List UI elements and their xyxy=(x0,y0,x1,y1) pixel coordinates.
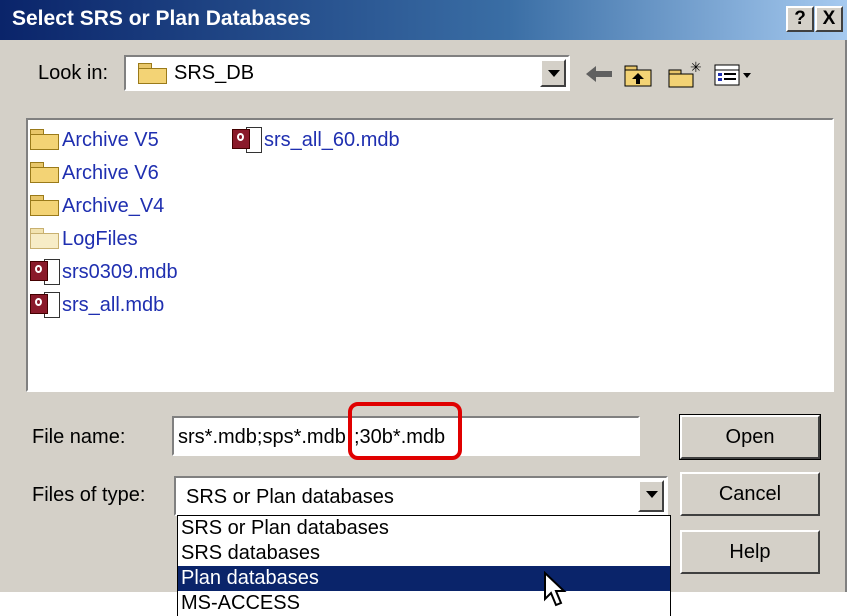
list-item-file[interactable]: srs_all_60.mdb xyxy=(232,125,400,155)
list-item-file[interactable]: srs0309.mdb xyxy=(30,257,178,287)
mouse-cursor-icon xyxy=(544,571,567,607)
open-button[interactable]: Open xyxy=(679,414,821,460)
back-arrow-icon[interactable] xyxy=(582,60,616,88)
file-name-text: Archive_V4 xyxy=(62,194,165,217)
view-menu-icon[interactable] xyxy=(712,60,754,88)
access-database-icon xyxy=(30,292,60,318)
folder-icon xyxy=(30,162,60,184)
folder-icon xyxy=(30,195,60,217)
files-of-type-select[interactable]: SRS or Plan databases xyxy=(174,476,668,516)
files-of-type-label: Files of type: xyxy=(32,484,146,506)
access-database-icon xyxy=(30,259,60,285)
files-of-type-value: SRS or Plan databases xyxy=(186,486,394,508)
file-name-text: srs_all.mdb xyxy=(62,293,165,316)
dropdown-option-selected[interactable]: Plan databases xyxy=(178,566,670,591)
dropdown-option[interactable]: MS-ACCESS xyxy=(178,591,670,616)
svg-text:✳: ✳ xyxy=(690,60,702,76)
file-name-text: Archive V6 xyxy=(62,161,159,184)
folder-icon xyxy=(138,63,168,85)
look-in-dropdown-button[interactable] xyxy=(540,59,566,87)
folder-icon xyxy=(30,129,60,151)
cancel-button[interactable]: Cancel xyxy=(680,472,820,516)
file-name-text: LogFiles xyxy=(62,227,138,250)
list-item-file[interactable]: srs_all.mdb xyxy=(30,290,164,320)
list-item-folder[interactable]: Archive V5 xyxy=(30,125,159,155)
highlight-annotation xyxy=(348,402,462,460)
help-button[interactable]: Help xyxy=(680,530,820,574)
file-name-text: srs_all_60.mdb xyxy=(264,128,400,151)
look-in-label: Look in: xyxy=(38,62,109,84)
new-folder-icon[interactable]: ✳ xyxy=(666,60,702,88)
list-item-folder[interactable]: Archive V6 xyxy=(30,158,159,188)
up-folder-icon[interactable] xyxy=(622,60,656,88)
list-item-folder[interactable]: Archive_V4 xyxy=(30,191,164,221)
file-name-text: Archive V5 xyxy=(62,128,159,151)
title-bar: Select SRS or Plan Databases ? X xyxy=(0,0,847,40)
file-name-text: srs0309.mdb xyxy=(62,260,178,283)
file-name-label: File name: xyxy=(32,426,126,448)
file-list[interactable]: Archive V5 Archive V6 Archive_V4 LogFile… xyxy=(26,118,834,392)
files-of-type-dropdown-button[interactable] xyxy=(638,480,664,512)
folder-icon xyxy=(30,228,60,250)
dropdown-option[interactable]: SRS or Plan databases xyxy=(178,516,670,541)
file-name-value: srs*.mdb;sps*.mdb xyxy=(178,426,346,448)
look-in-combo[interactable]: SRS_DB xyxy=(124,55,570,91)
look-in-value: SRS_DB xyxy=(174,62,255,84)
list-item-folder[interactable]: LogFiles xyxy=(30,224,138,254)
dialog-window: Select SRS or Plan Databases ? X Look in… xyxy=(0,0,847,592)
access-database-icon xyxy=(232,127,262,153)
help-title-button[interactable]: ? xyxy=(786,6,814,32)
dialog-title: Select SRS or Plan Databases xyxy=(12,7,311,30)
dropdown-option[interactable]: SRS databases xyxy=(178,541,670,566)
close-title-button[interactable]: X xyxy=(815,6,843,32)
files-of-type-dropdown-list[interactable]: SRS or Plan databases SRS databases Plan… xyxy=(177,515,671,616)
